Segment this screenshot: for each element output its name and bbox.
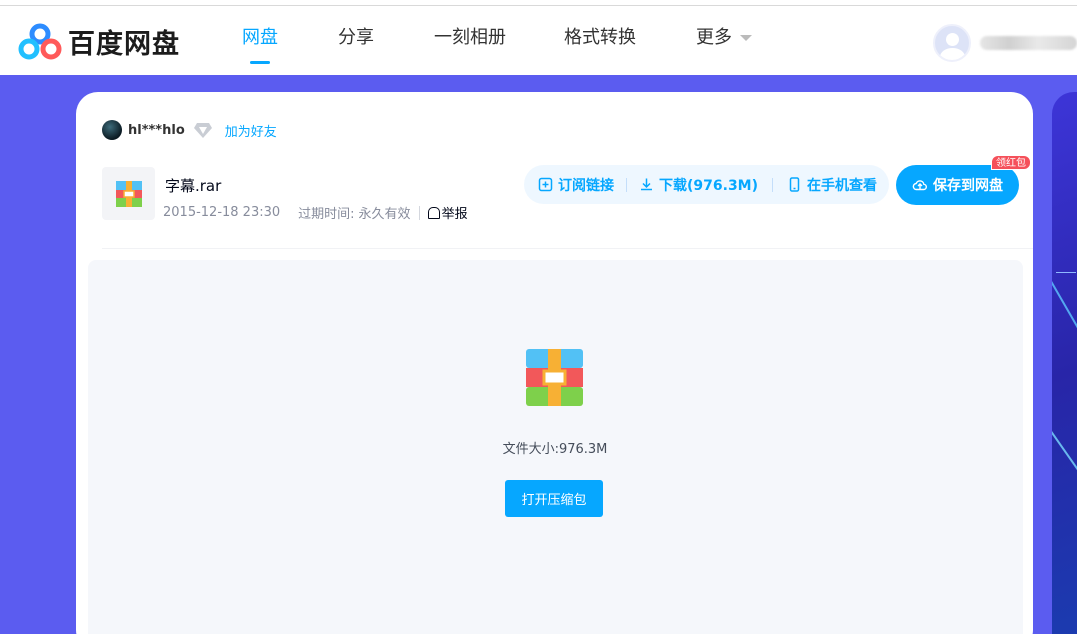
expire-value: 永久有效: [358, 207, 411, 222]
file-name: 字幕.rar: [165, 177, 222, 195]
file-thumbnail: [102, 167, 155, 220]
report-link[interactable]: 举报: [427, 203, 468, 222]
download-icon: [641, 178, 652, 191]
nav-label: 分享: [338, 27, 374, 48]
nav-item-format-convert[interactable]: 格式转换: [564, 6, 636, 76]
file-meta: 2015-12-18 23:30 过期时间: 永久有效 举报: [163, 203, 468, 222]
red-packet-badge[interactable]: 领红包: [991, 155, 1031, 170]
file-size-text: 文件大小:976.3M: [502, 442, 608, 457]
rar-file-icon: [115, 180, 142, 207]
logo-text: 百度网盘: [68, 29, 180, 60]
nav-item-more[interactable]: 更多: [696, 6, 752, 76]
sharer-info: hl***hlo 加为好友: [102, 120, 277, 140]
nav-item-share[interactable]: 分享: [338, 6, 374, 76]
save-to-netdisk-button[interactable]: 保存到网盘: [896, 165, 1019, 205]
nav-label: 网盘: [242, 27, 278, 48]
side-banner[interactable]: [1052, 92, 1077, 634]
subscribe-label: 订阅链接: [558, 177, 614, 194]
nav-label: 更多: [696, 27, 732, 48]
download-button[interactable]: 下载(976.3M): [639, 175, 758, 195]
nav-item-netdisk[interactable]: 网盘: [242, 6, 278, 76]
expire-label: 过期时间:: [298, 207, 355, 222]
phone-icon: [789, 177, 800, 192]
sharer-name[interactable]: hl***hlo: [128, 123, 185, 138]
nav-label: 格式转换: [564, 27, 636, 48]
action-separator: [772, 177, 774, 192]
open-archive-button[interactable]: 打开压缩包: [505, 480, 603, 517]
nav-item-album[interactable]: 一刻相册: [434, 6, 506, 76]
action-bar: 订阅链接 下载(976.3M) 在手机查看: [524, 165, 889, 204]
report-label: 举报: [441, 207, 468, 222]
file-date: 2015-12-18 23:30: [163, 205, 281, 220]
vip-diamond-icon: [193, 123, 212, 138]
alarm-icon: [427, 206, 440, 219]
banner-line: [1056, 272, 1076, 273]
username-blurred[interactable]: [980, 36, 1077, 50]
main-nav: 网盘 分享 一刻相册 格式转换 更多: [242, 6, 752, 76]
logo[interactable]: 百度网盘: [18, 22, 180, 61]
cloud-upload-icon: [912, 180, 927, 191]
top-navbar: 百度网盘 网盘 分享 一刻相册 格式转换 更多: [0, 5, 1077, 75]
view-on-phone-button[interactable]: 在手机查看: [787, 175, 877, 195]
view-on-phone-label: 在手机查看: [807, 177, 878, 194]
subscribe-icon: [538, 177, 553, 192]
rar-archive-icon: [526, 349, 583, 406]
download-label: 下载(976.3M): [659, 177, 759, 194]
baidu-netdisk-logo-icon: [18, 23, 62, 59]
user-avatar[interactable]: [933, 24, 971, 62]
sharer-avatar[interactable]: [102, 120, 122, 140]
subscribe-link-button[interactable]: 订阅链接: [538, 175, 614, 195]
chevron-down-icon: [740, 35, 752, 41]
save-label: 保存到网盘: [933, 178, 1003, 194]
header-divider: [102, 248, 1033, 249]
banner-line: [1052, 427, 1077, 487]
action-separator: [626, 177, 627, 192]
banner-line: [1052, 266, 1077, 338]
add-friend-link[interactable]: 加为好友: [225, 121, 277, 140]
meta-divider: [418, 205, 420, 220]
nav-label: 一刻相册: [434, 27, 506, 48]
